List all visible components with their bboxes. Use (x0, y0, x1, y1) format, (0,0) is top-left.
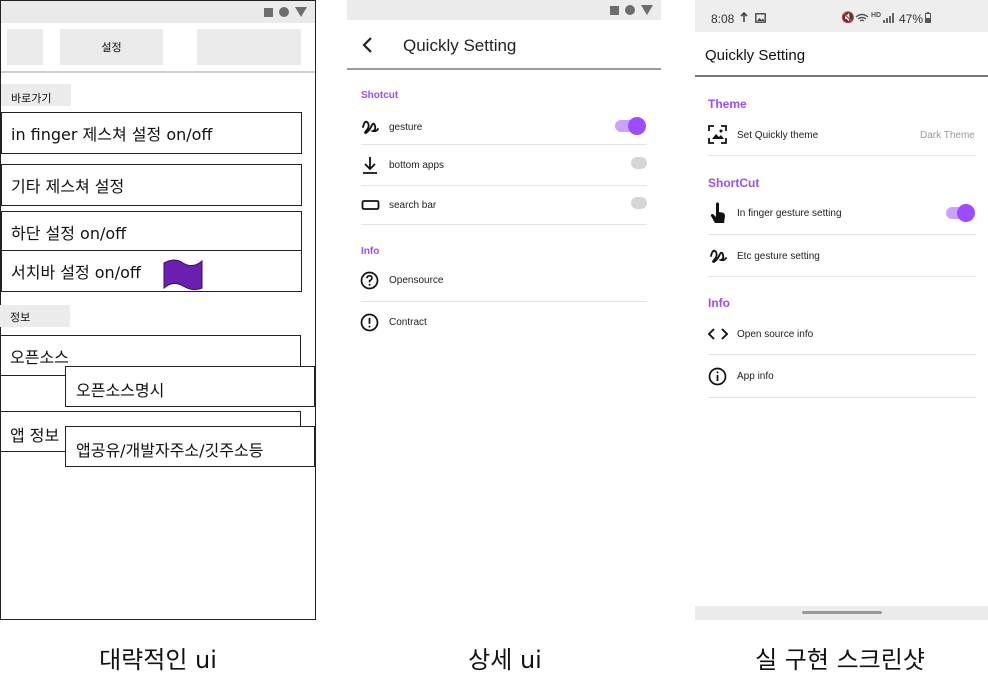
in-finger-toggle[interactable] (946, 204, 976, 222)
wifi-icon (855, 13, 869, 22)
back-arrow-icon[interactable] (360, 36, 376, 54)
section-info: Info (361, 246, 380, 257)
bottom-apps-toggle[interactable] (631, 157, 647, 171)
battery-percent: 47% (899, 12, 924, 26)
battery-icon (925, 12, 931, 23)
divider (361, 144, 647, 145)
divider (708, 354, 976, 355)
divider (708, 234, 976, 235)
app-info-note: 앱공유/개발자주소/깃주소등 (65, 426, 315, 467)
divider (708, 155, 976, 156)
caption-wireframe: 대략적인 ui (99, 646, 217, 674)
shortcut-label-search-bar: search bar (389, 200, 437, 211)
search-bar-toggle[interactable] (631, 197, 647, 211)
alert-circle-icon (360, 313, 379, 332)
section-theme: Theme (708, 97, 747, 111)
status-bar (1, 1, 315, 23)
real-screenshot-panel (695, 0, 988, 620)
status-bar: 8:08 🔇 HD 47% (695, 0, 988, 32)
page-title: 설정 (60, 29, 163, 65)
image-icon (755, 13, 766, 23)
home-icon (279, 7, 289, 17)
header-divider (695, 75, 988, 77)
caption-detail: 상세 ui (468, 646, 542, 674)
info-icon (708, 367, 727, 386)
setting-in-finger-gesture[interactable]: in finger 제스쳐 설정 on/off (1, 112, 302, 154)
header-right-box[interactable] (197, 29, 301, 65)
section-label-shortcut: 바로가기 (1, 84, 71, 106)
page-title: Quickly Setting (705, 47, 806, 64)
home-indicator[interactable] (802, 611, 882, 614)
status-bar (347, 0, 661, 20)
header-left-box[interactable] (7, 29, 43, 65)
help-circle-icon (360, 271, 379, 290)
toggle-flag-icon (163, 259, 203, 291)
caption-real: 실 구현 스크린샷 (755, 646, 925, 674)
code-icon (708, 328, 728, 340)
divider (708, 276, 976, 277)
signal-icon (883, 13, 894, 23)
divider (1, 71, 315, 73)
mute-icon: 🔇 (841, 12, 855, 24)
divider (708, 397, 976, 398)
divider (361, 185, 647, 186)
wallpaper-icon (708, 125, 727, 144)
section-label-info: 정보 (0, 305, 70, 327)
page-title: Quickly Setting (403, 36, 517, 55)
download-icon (363, 157, 377, 174)
touch-icon (710, 202, 725, 223)
usb-icon (740, 12, 748, 22)
info-label-app-info: App info (737, 371, 774, 382)
back-icon (295, 7, 307, 17)
gesture-icon (710, 249, 727, 263)
info-label-contract: Contract (389, 317, 427, 328)
setting-bottom[interactable]: 하단 설정 on/off (1, 211, 302, 253)
section-shortcut: Shotcut (361, 90, 399, 101)
theme-value[interactable]: Dark Theme (920, 130, 975, 141)
setting-search-bar[interactable]: 서치바 설정 on/off (1, 250, 302, 292)
header-divider (347, 68, 661, 70)
shortcut-label-in-finger: In finger gesture setting (737, 208, 842, 219)
recent-apps-icon (264, 7, 273, 17)
gesture-toggle[interactable] (615, 117, 647, 135)
opensource-note: 오픈소스명시 (65, 366, 315, 407)
recent-apps-icon (610, 5, 619, 15)
back-icon (641, 5, 653, 15)
shortcut-label-etc: Etc gesture setting (737, 251, 820, 262)
shortcut-label-bottom-apps: bottom apps (389, 160, 445, 171)
hd-icon: HD (871, 12, 882, 19)
theme-label: Set Quickly theme (737, 130, 819, 141)
search-bar-icon (361, 200, 380, 210)
home-icon (625, 5, 635, 15)
divider (361, 301, 647, 302)
shortcut-label-gesture: gesture (389, 122, 423, 133)
divider (361, 224, 647, 225)
gesture-icon (362, 120, 379, 134)
section-info: Info (708, 296, 730, 310)
setting-etc-gesture[interactable]: 기타 제스쳐 설정 (1, 164, 302, 206)
section-shortcut: ShortCut (708, 176, 760, 190)
info-label-opensource: Open source info (737, 329, 814, 340)
info-label-opensource: Opensource (389, 275, 444, 286)
status-time: 8:08 (711, 12, 735, 26)
